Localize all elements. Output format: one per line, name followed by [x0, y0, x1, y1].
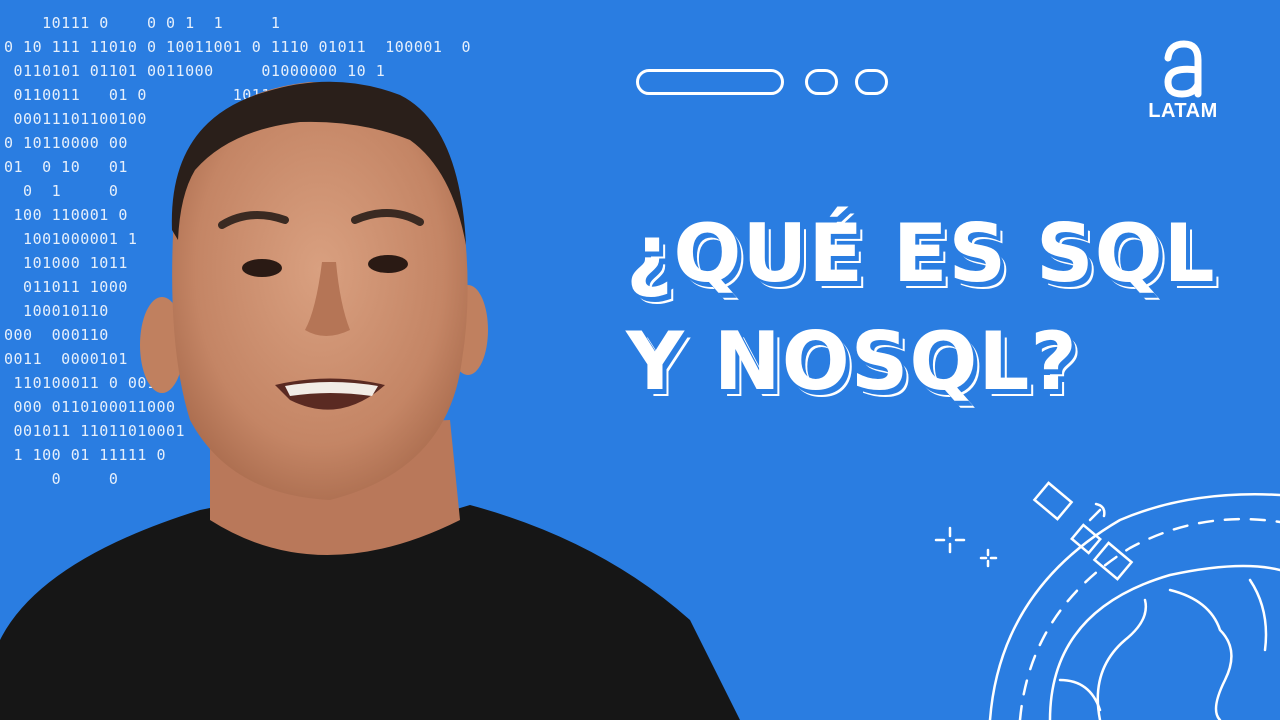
headline: ¿QUÉ ES SQL Y NOSQL? — [626, 200, 1216, 416]
satellite-icon — [1032, 481, 1134, 581]
logo-text: LATAM — [1148, 100, 1218, 122]
window-dot-pill — [855, 69, 888, 95]
window-bar-pill — [636, 69, 784, 95]
window-dot-pill — [805, 69, 838, 95]
headline-line-1: ¿QUÉ ES SQL — [626, 207, 1216, 300]
sparkle-icon — [934, 526, 966, 554]
a-logo-icon — [1164, 40, 1202, 98]
brand-logo: LATAM — [1138, 40, 1228, 130]
headline-line-2: Y NOSQL? — [626, 315, 1078, 408]
thumbnail-canvas: 10111 0 0 0 1 1 10 10 111 11010 0 100110… — [0, 0, 1280, 720]
sparkle-icon — [979, 548, 998, 568]
globe-satellite-illustration — [934, 481, 1280, 720]
